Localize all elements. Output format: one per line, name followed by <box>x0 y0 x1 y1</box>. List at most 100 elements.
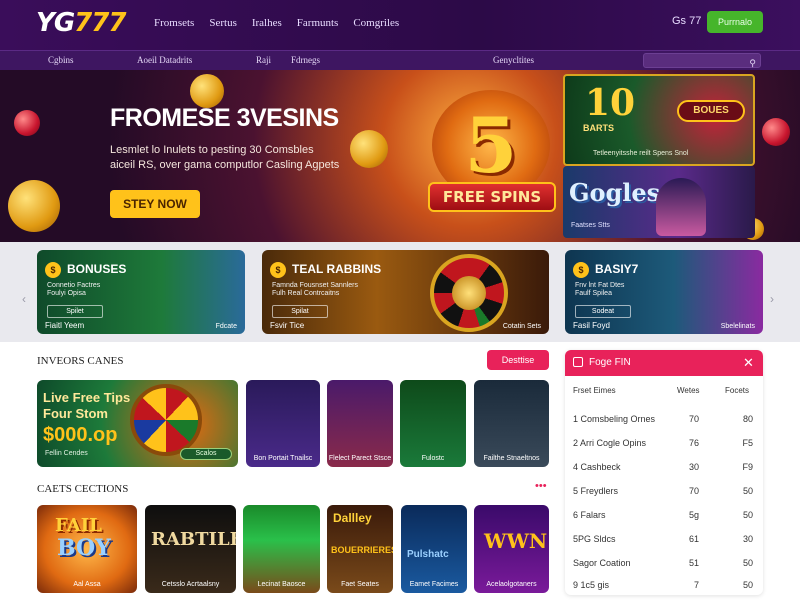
feature-caption: Fellin Cendes <box>45 450 88 457</box>
game-tile[interactable]: Lecinat Baosce <box>243 505 320 593</box>
card-link[interactable]: Sbelelinats <box>721 323 755 330</box>
section-title: INVEORS CANES <box>37 355 124 367</box>
game-logo-text: Dallley <box>333 511 372 525</box>
more-options-icon[interactable]: ••• <box>535 480 547 492</box>
hero-subtitle: aiceil RS, over gama computlor Casling A… <box>110 159 340 171</box>
game-tile[interactable]: WWN Acelaolgotaners <box>474 505 549 593</box>
nav-item[interactable]: Farmunts <box>297 17 339 29</box>
promo-caption: Faatses Stts <box>571 222 610 229</box>
game-tile[interactable]: Dallley BOUERRIERES Faet Seates <box>327 505 393 593</box>
hero-play-button[interactable]: STEY NOW <box>110 190 200 218</box>
bonus-badge: BOUES <box>677 100 745 122</box>
table-row[interactable]: Sagor Coation 51 50 <box>565 550 763 574</box>
hero-subtitle: Lesmlet lo Inulets to pesting 30 Comsble… <box>110 144 314 156</box>
gem-decoration <box>14 110 40 136</box>
nav-item[interactable]: Iralhes <box>252 17 282 29</box>
subnav-item[interactable]: Cgbins <box>48 55 74 65</box>
wheel-of-fortune-image <box>130 384 202 456</box>
chevron-left-icon[interactable]: ‹ <box>22 292 26 306</box>
promo-label: BARTS <box>583 123 614 133</box>
game-logo-text: BOUERRIERES <box>331 545 393 555</box>
card-button[interactable]: Spilet <box>47 305 103 318</box>
promo-caption: Tetleenyitsshe reilt Spens Snol <box>593 150 689 157</box>
game-caption: Eamet Facimes <box>409 581 459 588</box>
basic-card[interactable]: $ BASIY7 Fnv lnt Fat Dtes Faulf Spilea S… <box>565 250 763 334</box>
close-icon[interactable]: ✕ <box>743 355 754 371</box>
game-caption: Aal Assa <box>73 581 101 588</box>
game-logo-text: WWN <box>484 529 548 553</box>
feature-amount: $000.op <box>43 424 118 446</box>
subnav-item[interactable]: Fdrnegs <box>291 55 320 65</box>
table-row[interactable]: 1 Comsbeling Ornes 70 80 <box>565 406 763 430</box>
game-tile[interactable]: Flelect Parect Stsce <box>327 380 393 467</box>
card-footer: Fasil Foyd <box>573 321 610 330</box>
game-tile[interactable]: FAIL BOY Aal Assa <box>37 505 137 593</box>
register-button[interactable]: Purrnalo <box>707 11 763 33</box>
game-logo-text: Pulshatc <box>407 549 449 560</box>
subnav-item[interactable]: Genycltites <box>493 55 534 65</box>
table-row[interactable]: 9 1c5 gis 7 50 <box>565 572 763 596</box>
game-logo-text: FAIL <box>55 515 102 536</box>
feature-line: Live Free Tips <box>43 390 131 405</box>
card-title: BONUSES <box>67 262 127 276</box>
hero-title: FROMESE 3VESINS <box>110 104 339 132</box>
table-row[interactable]: 5 Freydlers 70 50 <box>565 478 763 502</box>
game-logo-text: BOY <box>57 535 111 561</box>
roulette-hub <box>452 276 486 310</box>
card-button[interactable]: Sodeat <box>575 305 631 318</box>
chevron-right-icon[interactable]: › <box>770 292 774 306</box>
gem-decoration <box>762 118 790 146</box>
column-header: Frset Eimes <box>573 386 616 395</box>
game-caption: Lecinat Baosce <box>257 581 306 588</box>
game-caption: Faet Seates <box>341 581 379 588</box>
panel-title: Foge FIN <box>589 357 631 368</box>
card-link[interactable]: Cotatin Sets <box>503 323 541 330</box>
panel-header: Foge FIN ✕ <box>565 350 763 376</box>
subnav-item[interactable]: Aoeil Datadrits <box>137 55 192 65</box>
nav-item[interactable]: Fromsets <box>154 17 194 29</box>
game-tile[interactable]: Pulshatc Eamet Facimes <box>401 505 467 593</box>
nav-item[interactable]: Sertus <box>209 17 237 29</box>
free-spins-banner[interactable]: FREE SPINS <box>428 182 556 212</box>
card-footer: Fiaitl Yeem <box>45 321 85 330</box>
search-input[interactable]: ⚲ <box>643 53 761 68</box>
section-action-button[interactable]: Desttise <box>487 350 549 370</box>
table-row[interactable]: 2 Arri Cogle Opins 76 F5 <box>565 430 763 454</box>
game-caption: Fulostc <box>421 455 445 462</box>
search-icon[interactable]: ⚲ <box>749 58 756 69</box>
game-tile[interactable]: Fulostc <box>400 380 466 467</box>
character-illustration <box>656 178 706 236</box>
table-row[interactable]: 6 Falars 5g 50 <box>565 502 763 526</box>
site-logo[interactable]: YG777 <box>36 8 126 38</box>
column-header: Wetes <box>677 386 700 395</box>
card-desc: Foulyi Opisa <box>47 290 86 297</box>
column-header: Focets <box>725 386 750 395</box>
game-tile[interactable]: RABTILE Cetsslo Acrtaalsny <box>145 505 236 593</box>
coin-decoration <box>350 130 388 168</box>
game-tile[interactable]: Bon Portait Tnailsc <box>246 380 320 467</box>
feature-play-button[interactable]: Scalos <box>180 448 232 460</box>
bonuses-card[interactable]: $ BONUSES Connetio Factres Foulyi Opisa … <box>37 250 245 334</box>
trophy-icon <box>573 357 583 367</box>
card-desc: Fulh Real Contrcaitns <box>272 290 340 297</box>
table-row[interactable]: 4 Cashbeck 30 F9 <box>565 454 763 478</box>
game-tile[interactable]: Failthe Stnaeltnos <box>474 380 549 467</box>
card-button[interactable]: Spilat <box>272 305 328 318</box>
table-row[interactable]: 5PG Sldcs 61 30 <box>565 526 763 550</box>
card-title: TEAL RABBINS <box>292 262 382 276</box>
card-desc: Famnda Fousnset Sannlers <box>272 282 358 289</box>
promo-bonus-card[interactable]: 10 BARTS BOUES Tetleenyitsshe reilt Spen… <box>563 74 755 166</box>
game-caption: Acelaolgotaners <box>486 581 537 588</box>
promo-strip: $ BONUSES Connetio Factres Foulyi Opisa … <box>0 242 800 342</box>
coin-decoration <box>8 180 60 232</box>
card-link[interactable]: Fdcate <box>216 323 237 330</box>
coin-decoration <box>190 74 224 108</box>
card-desc: Connetio Factres <box>47 282 101 289</box>
subnav-item[interactable]: Raji <box>256 55 271 65</box>
promo-number: 10 <box>585 82 636 124</box>
balance-label: Gs 77 <box>672 15 702 27</box>
game-caption: Bon Portait Tnailsc <box>253 455 313 462</box>
nav-item[interactable]: Comgriles <box>353 17 399 29</box>
coin-icon: $ <box>573 262 589 278</box>
coin-icon: $ <box>45 262 61 278</box>
